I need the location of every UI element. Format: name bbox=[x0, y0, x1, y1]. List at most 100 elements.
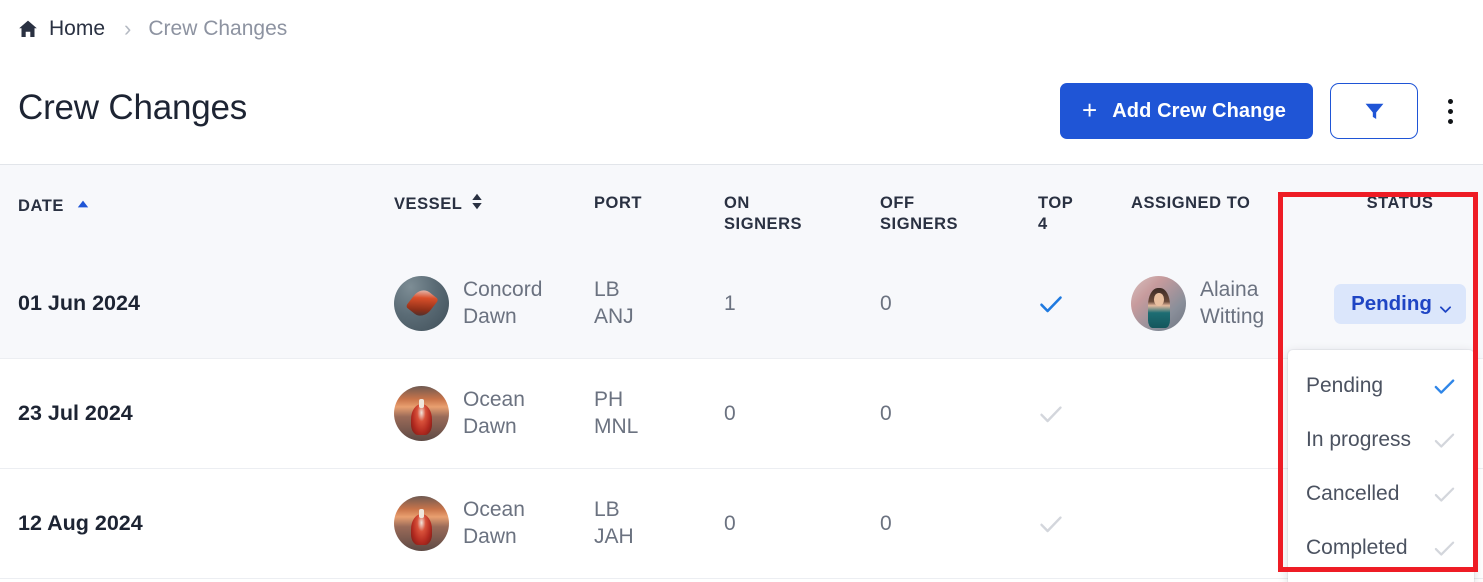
cell-top4 bbox=[1038, 291, 1131, 317]
cell-off-signers: 0 bbox=[880, 512, 1038, 536]
funnel-icon bbox=[1364, 101, 1385, 122]
cell-date: 01 Jun 2024 bbox=[0, 291, 394, 316]
row-date: 23 Jul 2024 bbox=[18, 401, 133, 425]
row-vessel-name: Ocean Dawn bbox=[463, 497, 525, 548]
breadcrumb-home-label: Home bbox=[49, 17, 106, 40]
kebab-menu-icon bbox=[1447, 118, 1453, 124]
cell-on-signers: 0 bbox=[724, 512, 880, 536]
header-actions: + Add Crew Change bbox=[1059, 83, 1465, 139]
row-vessel-name: Concord Dawn bbox=[463, 277, 543, 328]
check-icon-inactive bbox=[1433, 429, 1456, 452]
dropdown-item-label: Completed bbox=[1306, 536, 1408, 559]
row-on-signers: 1 bbox=[724, 291, 736, 315]
cell-port: PH MNL bbox=[594, 387, 724, 440]
row-on-signers: 0 bbox=[724, 401, 736, 425]
cell-off-signers: 0 bbox=[880, 292, 1038, 316]
dropdown-item-in-progress[interactable]: In progress bbox=[1288, 413, 1474, 467]
check-icon bbox=[1038, 291, 1064, 317]
breadcrumb-current: Crew Changes bbox=[148, 17, 288, 40]
page-header: Crew Changes + Add Crew Change bbox=[0, 58, 1483, 164]
cell-vessel: Ocean Dawn bbox=[394, 386, 594, 441]
sort-both-icon bbox=[471, 193, 483, 216]
table-row[interactable]: 12 Aug 2024 Ocean Dawn LB JAH 0 0 bbox=[0, 469, 1483, 579]
table-row[interactable]: 23 Jul 2024 Ocean Dawn PH MNL 0 0 bbox=[0, 359, 1483, 469]
breadcrumb-separator-icon: › bbox=[124, 16, 132, 41]
row-off-signers: 0 bbox=[880, 291, 892, 315]
dropdown-item-cancelled[interactable]: Cancelled bbox=[1288, 467, 1474, 521]
add-crew-change-button[interactable]: + Add Crew Change bbox=[1059, 83, 1313, 139]
dropdown-item-label: Pending bbox=[1306, 374, 1384, 397]
status-badge-label: Pending bbox=[1351, 291, 1432, 315]
more-options-button[interactable] bbox=[1435, 83, 1465, 139]
column-header-status-label: STATUS bbox=[1366, 194, 1434, 212]
breadcrumb-home[interactable]: Home bbox=[18, 17, 105, 41]
cell-on-signers: 1 bbox=[724, 292, 880, 316]
row-assigned-to: Alaina Witting bbox=[1200, 277, 1265, 328]
add-crew-change-label: Add Crew Change bbox=[1112, 99, 1286, 122]
column-header-off-signers-label: OFF SIGNERS bbox=[880, 194, 959, 234]
column-header-top4-label: TOP 4 bbox=[1038, 194, 1073, 234]
row-off-signers: 0 bbox=[880, 401, 892, 425]
row-port: LB ANJ bbox=[594, 277, 634, 328]
row-on-signers: 0 bbox=[724, 511, 736, 535]
crew-changes-table: DATE VESSEL PORT ON SIGNERS OFF SIGNERS … bbox=[0, 164, 1483, 579]
cell-on-signers: 0 bbox=[724, 402, 880, 426]
row-date: 12 Aug 2024 bbox=[18, 511, 143, 535]
cell-vessel: Concord Dawn bbox=[394, 276, 594, 331]
column-header-on-signers-label: ON SIGNERS bbox=[724, 194, 803, 234]
check-icon-inactive bbox=[1433, 537, 1456, 560]
home-icon bbox=[18, 19, 38, 39]
dropdown-item-pending[interactable]: Pending bbox=[1288, 359, 1474, 413]
column-header-status[interactable]: STATUS bbox=[1325, 165, 1483, 214]
column-header-off-signers[interactable]: OFF SIGNERS bbox=[880, 165, 1038, 235]
column-header-assigned-to[interactable]: ASSIGNED TO bbox=[1131, 165, 1325, 214]
cell-date: 12 Aug 2024 bbox=[0, 511, 394, 536]
crew-changes-page: Home › Crew Changes Crew Changes + Add C… bbox=[0, 0, 1483, 582]
check-icon bbox=[1433, 375, 1456, 398]
avatar bbox=[1131, 276, 1186, 331]
status-badge[interactable]: Pending bbox=[1334, 283, 1466, 324]
kebab-menu-icon bbox=[1447, 108, 1453, 114]
cell-top4 bbox=[1038, 511, 1131, 537]
check-icon-inactive bbox=[1038, 401, 1064, 427]
cell-date: 23 Jul 2024 bbox=[0, 401, 394, 426]
column-header-vessel-label: VESSEL bbox=[394, 195, 463, 213]
column-header-date[interactable]: DATE bbox=[0, 165, 394, 217]
row-off-signers: 0 bbox=[880, 511, 892, 535]
row-port: LB JAH bbox=[594, 497, 634, 548]
row-vessel-name: Ocean Dawn bbox=[463, 387, 525, 438]
table-header-row: DATE VESSEL PORT ON SIGNERS OFF SIGNERS … bbox=[0, 165, 1483, 249]
row-port: PH MNL bbox=[594, 387, 639, 438]
status-dropdown-menu: Pending In progress Cancelled Completed bbox=[1288, 350, 1474, 582]
cell-assigned-to: Alaina Witting bbox=[1131, 276, 1325, 331]
vessel-thumbnail-image bbox=[394, 276, 449, 331]
dropdown-item-completed[interactable]: Completed bbox=[1288, 521, 1474, 575]
cell-off-signers: 0 bbox=[880, 402, 1038, 426]
cell-port: LB ANJ bbox=[594, 277, 724, 330]
cell-status: Pending bbox=[1325, 283, 1483, 324]
row-date: 01 Jun 2024 bbox=[18, 291, 140, 315]
filter-button[interactable] bbox=[1330, 83, 1418, 139]
check-icon-inactive bbox=[1038, 511, 1064, 537]
column-header-port-label: PORT bbox=[594, 194, 643, 212]
page-title: Crew Changes bbox=[18, 88, 248, 127]
sort-ascending-icon bbox=[77, 193, 89, 214]
vessel-thumbnail-image bbox=[394, 386, 449, 441]
column-header-date-label: DATE bbox=[18, 197, 64, 215]
cell-port: LB JAH bbox=[594, 497, 724, 550]
kebab-menu-icon bbox=[1447, 98, 1453, 104]
cell-top4 bbox=[1038, 401, 1131, 427]
column-header-on-signers[interactable]: ON SIGNERS bbox=[724, 165, 880, 235]
plus-icon: + bbox=[1081, 95, 1098, 125]
table-row[interactable]: 01 Jun 2024 Concord Dawn LB ANJ 1 0 Alai… bbox=[0, 249, 1483, 359]
check-icon-inactive bbox=[1433, 483, 1456, 506]
column-header-top4[interactable]: TOP 4 bbox=[1038, 165, 1131, 235]
vessel-thumbnail-image bbox=[394, 496, 449, 551]
chevron-down-icon bbox=[1439, 298, 1452, 313]
column-header-port[interactable]: PORT bbox=[594, 165, 724, 214]
dropdown-item-label: Cancelled bbox=[1306, 482, 1400, 505]
cell-vessel: Ocean Dawn bbox=[394, 496, 594, 551]
column-header-vessel[interactable]: VESSEL bbox=[394, 165, 594, 216]
breadcrumb: Home › Crew Changes bbox=[0, 0, 1483, 58]
dropdown-item-label: In progress bbox=[1306, 428, 1412, 451]
